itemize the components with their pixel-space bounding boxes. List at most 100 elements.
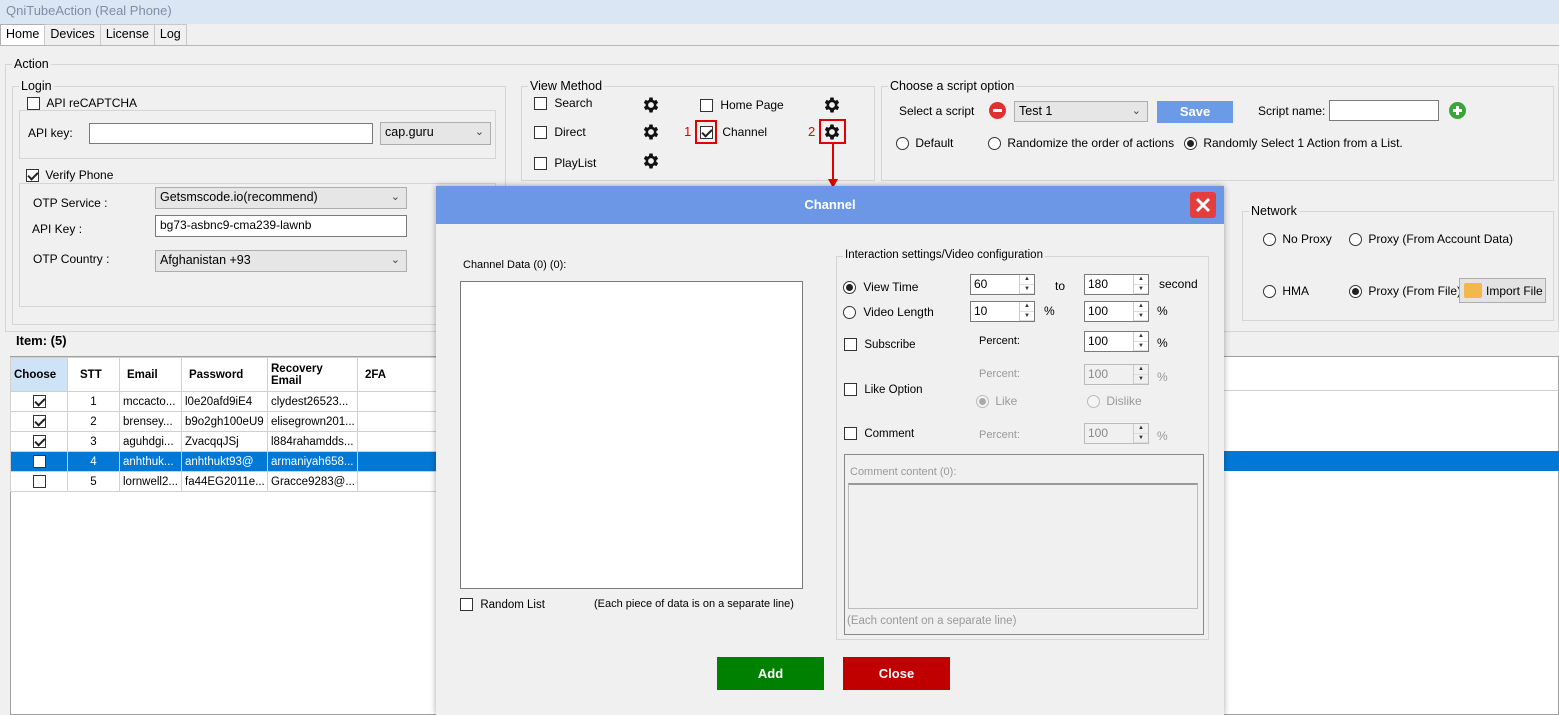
row-choose-checkbox[interactable] <box>32 475 46 488</box>
col-choose[interactable]: Choose <box>10 357 68 392</box>
save-script-button[interactable]: Save <box>1157 101 1233 123</box>
search-settings-gear-icon[interactable] <box>641 95 661 115</box>
view-time-option[interactable]: View Time <box>843 280 918 295</box>
col-stt[interactable]: STT <box>67 357 120 392</box>
home-page-checkbox[interactable] <box>700 99 713 113</box>
stepper-up-icon[interactable]: ▲ <box>1020 275 1034 285</box>
channel-checkbox[interactable] <box>700 126 713 140</box>
like-choice[interactable]: Like <box>976 394 1017 409</box>
subscribe-checkbox[interactable] <box>844 338 857 352</box>
mode-randomize[interactable]: Randomize the order of actions <box>988 136 1174 151</box>
net-hma[interactable]: HMA <box>1263 284 1309 299</box>
comment-option[interactable]: Comment <box>844 426 914 441</box>
video-length-from-stepper[interactable]: 10 ▲ ▼ <box>970 301 1035 322</box>
import-file-button[interactable]: Import File <box>1459 278 1546 303</box>
comment-percent-stepper[interactable]: 100 ▲ ▼ <box>1084 423 1149 444</box>
video-length-option[interactable]: Video Length <box>843 305 934 320</box>
net-proxy-account[interactable]: Proxy (From Account Data) <box>1349 232 1513 247</box>
otp-service-select[interactable]: Getsmscode.io(recommend) ⌄ <box>155 187 407 209</box>
view-time-to-stepper[interactable]: 180 ▲ ▼ <box>1084 274 1149 295</box>
tab-devices[interactable]: Devices <box>44 24 101 45</box>
api-key-input[interactable] <box>89 123 373 144</box>
proxy-account-radio[interactable] <box>1349 233 1362 247</box>
add-script-icon[interactable] <box>1449 102 1466 119</box>
table-row-selected[interactable]: 4 anhthuk... anhthukt93@ armaniyah658... <box>10 451 438 472</box>
random-list-checkbox[interactable] <box>460 598 473 612</box>
row-choose-checkbox[interactable] <box>32 415 46 428</box>
like-checkbox[interactable] <box>844 383 857 397</box>
captcha-provider-select[interactable]: cap.guru ⌄ <box>380 122 491 145</box>
script-select[interactable]: Test 1 ⌄ <box>1014 101 1148 122</box>
mode-default[interactable]: Default <box>896 136 953 151</box>
mode-random-select[interactable]: Randomly Select 1 Action from a List. <box>1184 136 1403 151</box>
view-time-from-stepper[interactable]: 60 ▲ ▼ <box>970 274 1035 295</box>
hma-radio[interactable] <box>1263 285 1276 299</box>
stepper-down-icon[interactable]: ▼ <box>1020 285 1034 294</box>
subscribe-option[interactable]: Subscribe <box>844 337 915 352</box>
stepper-down-icon[interactable]: ▼ <box>1134 312 1148 321</box>
tab-license[interactable]: License <box>99 24 155 45</box>
stepper-up-icon[interactable]: ▲ <box>1134 332 1148 342</box>
random-list[interactable]: Random List <box>460 597 545 612</box>
table-row[interactable]: 2 brensey... b9o2gh100eU9 elisegrown201.… <box>10 411 438 432</box>
direct-settings-gear-icon[interactable] <box>641 122 661 142</box>
table-row[interactable]: 3 aguhdgi... ZvacqqJSj l884rahamdds... <box>10 431 438 452</box>
net-proxy-file[interactable]: Proxy (From File) <box>1349 284 1461 299</box>
view-search[interactable]: Search <box>534 96 592 111</box>
verify-phone-checkbox[interactable] <box>26 169 39 183</box>
col-email[interactable]: Email <box>119 357 182 392</box>
col-password[interactable]: Password <box>181 357 268 392</box>
stepper-up-icon[interactable]: ▲ <box>1134 275 1148 285</box>
tab-home[interactable]: Home <box>0 24 46 46</box>
comment-checkbox[interactable] <box>844 427 857 441</box>
home-page-settings-gear-icon[interactable] <box>822 95 842 115</box>
view-time-radio[interactable] <box>843 281 856 295</box>
stepper-down-icon[interactable]: ▼ <box>1134 375 1148 384</box>
row-choose-checkbox[interactable] <box>32 435 46 448</box>
stepper-up-icon[interactable]: ▲ <box>1134 365 1148 375</box>
add-button[interactable]: Add <box>717 657 824 690</box>
mode-default-radio[interactable] <box>896 137 909 151</box>
tab-log[interactable]: Log <box>153 24 187 45</box>
view-playlist[interactable]: PlayList <box>534 156 596 171</box>
col-recovery-email[interactable]: Recovery Email <box>267 357 358 392</box>
view-channel[interactable]: Channel <box>700 125 767 140</box>
col-2fa[interactable]: 2FA <box>357 357 438 392</box>
close-button[interactable]: Close <box>843 657 950 690</box>
playlist-checkbox[interactable] <box>534 157 547 171</box>
no-proxy-radio[interactable] <box>1263 233 1276 247</box>
stepper-down-icon[interactable]: ▼ <box>1134 285 1148 294</box>
video-length-to-stepper[interactable]: 100 ▲ ▼ <box>1084 301 1149 322</box>
like-percent-stepper[interactable]: 100 ▲ ▼ <box>1084 364 1149 385</box>
script-name-input[interactable] <box>1329 100 1439 121</box>
channel-data-textarea[interactable] <box>460 281 803 589</box>
stepper-up-icon[interactable]: ▲ <box>1134 424 1148 434</box>
stepper-up-icon[interactable]: ▲ <box>1134 302 1148 312</box>
subscribe-percent-stepper[interactable]: 100 ▲ ▼ <box>1084 331 1149 352</box>
table-row[interactable]: 1 mccacto... l0e20afd9iE4 clydest26523..… <box>10 391 438 412</box>
stepper-down-icon[interactable]: ▼ <box>1134 434 1148 443</box>
like-option[interactable]: Like Option <box>844 382 923 397</box>
dislike-radio[interactable] <box>1087 395 1100 409</box>
view-direct[interactable]: Direct <box>534 125 586 140</box>
dialog-close-button[interactable] <box>1190 192 1216 218</box>
stepper-up-icon[interactable]: ▲ <box>1020 302 1034 312</box>
stepper-down-icon[interactable]: ▼ <box>1020 312 1034 321</box>
comment-content-textarea[interactable] <box>848 483 1198 609</box>
mode-random-select-radio[interactable] <box>1184 137 1197 151</box>
channel-settings-gear-icon[interactable] <box>822 122 842 142</box>
row-choose-checkbox[interactable] <box>32 455 46 468</box>
otp-api-key-input[interactable]: bg73-asbnc9-cma239-lawnb <box>155 215 407 237</box>
recaptcha-checkbox[interactable] <box>27 97 40 111</box>
playlist-settings-gear-icon[interactable] <box>641 151 661 171</box>
remove-script-icon[interactable] <box>989 102 1006 119</box>
search-checkbox[interactable] <box>534 97 547 111</box>
dislike-choice[interactable]: Dislike <box>1087 394 1142 409</box>
direct-checkbox[interactable] <box>534 126 547 140</box>
otp-country-select[interactable]: Afghanistan +93 ⌄ <box>155 250 407 272</box>
like-radio[interactable] <box>976 395 989 409</box>
stepper-down-icon[interactable]: ▼ <box>1134 342 1148 351</box>
table-row[interactable]: 5 lornwell2... fa44EG2011e... Gracce9283… <box>10 471 438 492</box>
row-choose-checkbox[interactable] <box>32 395 46 408</box>
mode-randomize-radio[interactable] <box>988 137 1001 151</box>
